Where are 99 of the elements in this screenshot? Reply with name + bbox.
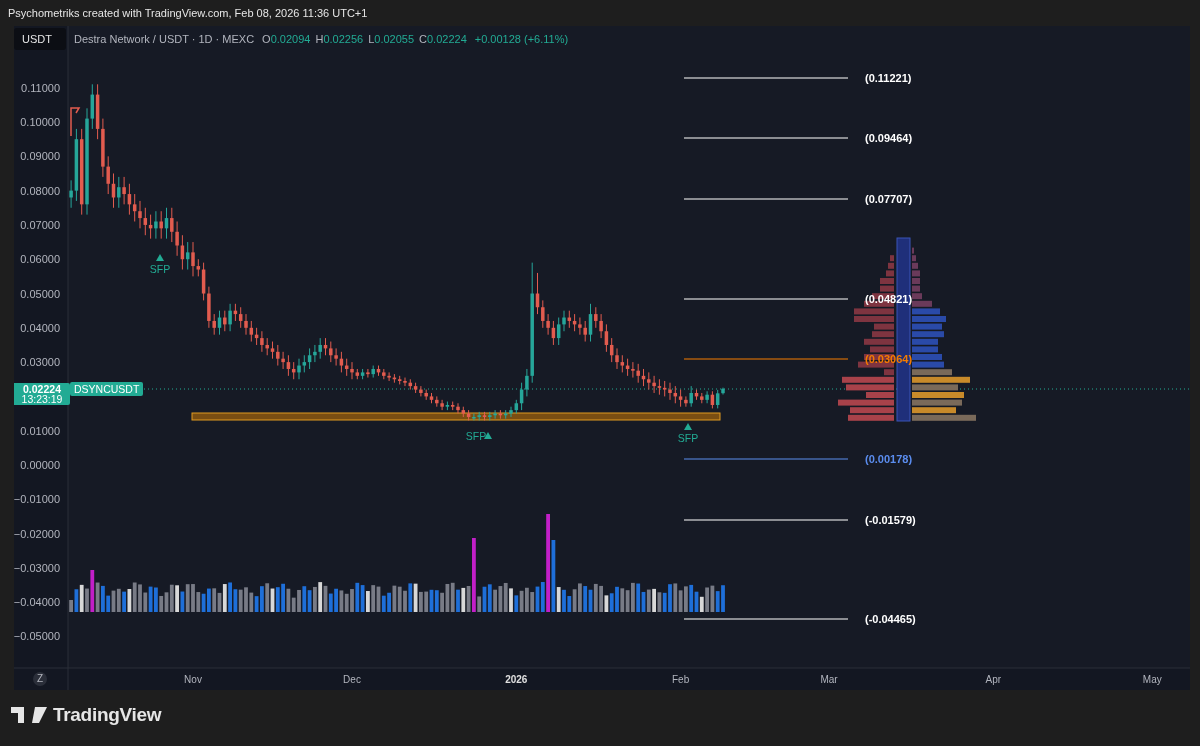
- fib-level-label: (-0.04465): [865, 613, 916, 625]
- logo-icon: [11, 707, 47, 723]
- marker-label: SFP: [465, 430, 487, 442]
- ohlc-value: C0.02224: [419, 33, 467, 45]
- price-tick-label: −0.04000: [14, 596, 60, 609]
- candlestick: [106, 155, 110, 195]
- candlestick: [228, 303, 232, 332]
- time-axis-label: Dec: [343, 674, 361, 685]
- candlestick: [334, 347, 338, 367]
- candlestick: [657, 378, 662, 396]
- price-tick-label: 0.06000: [20, 253, 60, 266]
- fib-level-label: (0.04821): [865, 293, 913, 305]
- candlestick: [594, 306, 598, 329]
- fib-level-label: (0.11221): [865, 72, 912, 84]
- candlestick: [652, 375, 656, 394]
- candlestick: [212, 313, 216, 336]
- candlestick: [705, 390, 709, 404]
- candlestick: [350, 361, 354, 380]
- candlestick: [387, 371, 391, 382]
- candlestick: [546, 313, 550, 336]
- candlestick: [170, 207, 174, 243]
- candlestick: [244, 313, 248, 336]
- candlestick: [297, 358, 301, 380]
- time-axis-label: May: [1142, 674, 1162, 685]
- price-tick-label: 0.04000: [20, 321, 60, 334]
- time-axis-label: 2026: [505, 674, 528, 685]
- symbol-title: Destra Network / USDT · 1D · MEXC: [74, 33, 255, 45]
- candlestick: [329, 341, 333, 363]
- candlestick: [260, 330, 264, 353]
- candlestick: [615, 347, 619, 370]
- candlestick: [440, 399, 444, 411]
- candlestick: [668, 382, 672, 401]
- candlestick: [175, 221, 179, 257]
- price-tick-label: −0.02000: [14, 527, 60, 540]
- candlestick: [541, 299, 545, 329]
- candlestick: [689, 385, 693, 408]
- fib-level-label: (0.09464): [865, 132, 913, 144]
- reset-button[interactable]: Z: [33, 672, 47, 686]
- fib-level-label: (0.03064): [865, 353, 913, 365]
- candlestick: [191, 241, 195, 277]
- candlestick: [684, 395, 688, 408]
- candlestick: [138, 200, 142, 229]
- marker-label: SFP: [677, 432, 699, 444]
- candlestick: [525, 368, 529, 397]
- symbol-tag: DSYNCUSDT: [70, 382, 144, 396]
- candlestick: [636, 363, 640, 384]
- candlestick: [159, 210, 163, 240]
- candlestick: [599, 313, 603, 339]
- last-price-text: 0.02224: [23, 384, 61, 394]
- candlestick: [583, 320, 587, 343]
- price-change: +0.00128 (+6.11%): [474, 33, 569, 45]
- countdown-text: 13:23:19: [21, 394, 63, 404]
- price-tick-label: 0.11000: [21, 81, 60, 94]
- time-axis-label: Apr: [985, 674, 1002, 685]
- candlestick: [281, 351, 285, 370]
- ohlc-value: O0.02094: [262, 33, 311, 45]
- candlestick: [366, 368, 370, 379]
- candlestick: [313, 344, 317, 363]
- currency-button[interactable]: USDT: [14, 28, 66, 50]
- candlestick: [562, 310, 566, 332]
- ohlc-value: H0.02256: [315, 33, 364, 45]
- time-axis-label: Feb: [672, 674, 690, 685]
- fib-level-label: (0.00178): [865, 453, 913, 465]
- price-tick-label: −0.03000: [14, 561, 60, 574]
- fib-level-label: (-0.01579): [865, 514, 916, 526]
- candlestick: [69, 179, 73, 209]
- price-tick-label: −0.01000: [14, 493, 60, 506]
- candlestick: [154, 210, 158, 240]
- candlestick: [318, 337, 322, 360]
- flag-icon: [70, 107, 81, 137]
- candlestick: [631, 361, 635, 379]
- candlestick: [122, 176, 126, 205]
- candlestick: [509, 406, 513, 418]
- candlestick: [456, 402, 460, 415]
- candlestick: [403, 377, 407, 387]
- price-tick-label: 0.01000: [20, 424, 60, 437]
- candlestick: [578, 317, 582, 336]
- price-tick-label: 0.05000: [20, 287, 60, 300]
- price-tick-label: 0.03000: [20, 356, 60, 369]
- price-tick-label: 0.07000: [20, 218, 60, 231]
- up-triangle-icon: [156, 254, 164, 261]
- ohlc-value: L0.02055: [368, 33, 415, 45]
- price-tick-label: 0.09000: [20, 150, 60, 163]
- time-axis-label: Mar: [820, 674, 838, 685]
- fib-level-label: (0.07707): [865, 193, 913, 205]
- candlestick: [276, 344, 280, 367]
- candlestick: [419, 385, 423, 397]
- price-tick-label: 0.08000: [20, 184, 60, 197]
- price-tick-label: 0.00000: [20, 459, 60, 471]
- chart-caption: Psychometriks created with TradingView.com, Feb 08, 2026 11:36 UTC+1: [8, 7, 368, 19]
- up-triangle-icon: [484, 432, 492, 439]
- marker-label: SFP: [149, 263, 171, 275]
- brand-name: TradingView: [53, 704, 162, 726]
- up-triangle-icon: [684, 423, 692, 430]
- candlestick: [117, 176, 121, 209]
- time-axis-label: Nov: [184, 674, 202, 685]
- price-tick-label: 0.10000: [20, 116, 60, 129]
- price-tick-label: −0.05000: [14, 630, 60, 643]
- candlestick: [223, 310, 227, 332]
